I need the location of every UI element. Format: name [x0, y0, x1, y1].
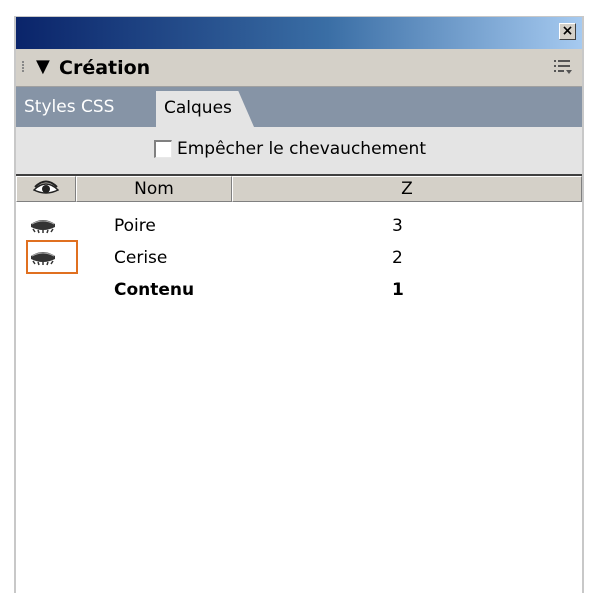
layer-z-index: 2: [392, 248, 403, 268]
collapse-arrow-icon[interactable]: ▼: [36, 55, 50, 79]
overlap-option-row: Empêcher le chevauchement: [16, 127, 582, 177]
prevent-overlap-label[interactable]: Empêcher le chevauchement: [177, 137, 426, 161]
layers-panel: × ▼ Création Styles CSS Calques Empêcher…: [14, 16, 584, 594]
eye-closed-icon[interactable]: [30, 216, 56, 234]
layer-name: Contenu: [114, 280, 195, 300]
focus-highlight: [26, 240, 78, 274]
tab-styles-css[interactable]: Styles CSS: [24, 87, 114, 127]
table-row[interactable]: Contenu 1: [16, 274, 582, 306]
column-header-z[interactable]: Z: [232, 176, 582, 202]
eye-icon: [32, 180, 60, 194]
panel-header[interactable]: ▼ Création: [16, 49, 582, 87]
column-header-visibility[interactable]: [16, 176, 76, 202]
table-row[interactable]: Cerise 2: [16, 242, 582, 274]
title-bar: ×: [16, 17, 582, 49]
tab-bar: Styles CSS Calques: [16, 87, 582, 127]
layer-name: Cerise: [114, 248, 168, 268]
table-row[interactable]: Poire 3: [16, 210, 582, 242]
panel-title: Création: [59, 57, 151, 79]
grip-handle-icon[interactable]: [22, 61, 27, 76]
close-button[interactable]: ×: [559, 23, 576, 40]
layers-table: Nom Z Poire 3 Cerise 2 Contenu 1: [16, 174, 582, 594]
close-icon: ×: [561, 23, 574, 39]
tab-calques[interactable]: Calques: [156, 91, 254, 127]
layer-z-index: 1: [392, 280, 404, 300]
column-headers: Nom Z: [16, 176, 582, 202]
options-menu-icon[interactable]: [554, 59, 572, 75]
prevent-overlap-checkbox[interactable]: [154, 140, 172, 158]
layer-name: Poire: [114, 216, 156, 236]
layer-z-index: 3: [392, 216, 403, 236]
column-header-name[interactable]: Nom: [76, 176, 232, 202]
